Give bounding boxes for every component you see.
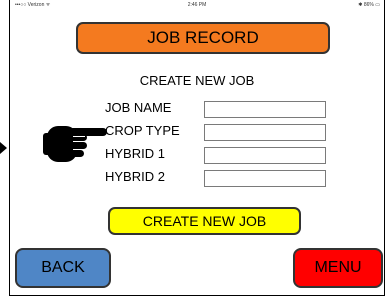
- form-subtitle: CREATE NEW JOB: [139, 73, 255, 88]
- hybrid-2-input[interactable]: [204, 170, 326, 187]
- status-time: 2:46 PM: [187, 2, 207, 8]
- hybrid-2-label: HYBRID 2: [105, 169, 165, 184]
- back-button[interactable]: BACK: [15, 248, 111, 288]
- hybrid-1-input[interactable]: [204, 147, 326, 164]
- create-new-job-button[interactable]: CREATE NEW JOB: [108, 207, 301, 235]
- crop-type-input[interactable]: [204, 124, 326, 141]
- job-name-input[interactable]: [204, 101, 326, 118]
- pointing-hand-icon: [43, 126, 107, 162]
- triangle-bullet-icon: [0, 142, 7, 154]
- app-screen: •••○○ Verizon ᯤ 2:46 PM ✱ 86% ▭ JOB RECO…: [9, 0, 385, 296]
- crop-type-label: CROP TYPE: [105, 123, 180, 138]
- page-title: JOB RECORD: [76, 22, 330, 54]
- menu-button[interactable]: MENU: [293, 248, 383, 288]
- hybrid-1-label: HYBRID 1: [105, 146, 165, 161]
- battery-indicator: ✱ 86% ▭: [358, 2, 380, 8]
- job-name-label: JOB NAME: [105, 100, 172, 115]
- status-bar: •••○○ Verizon ᯤ 2:46 PM ✱ 86% ▭: [10, 0, 384, 12]
